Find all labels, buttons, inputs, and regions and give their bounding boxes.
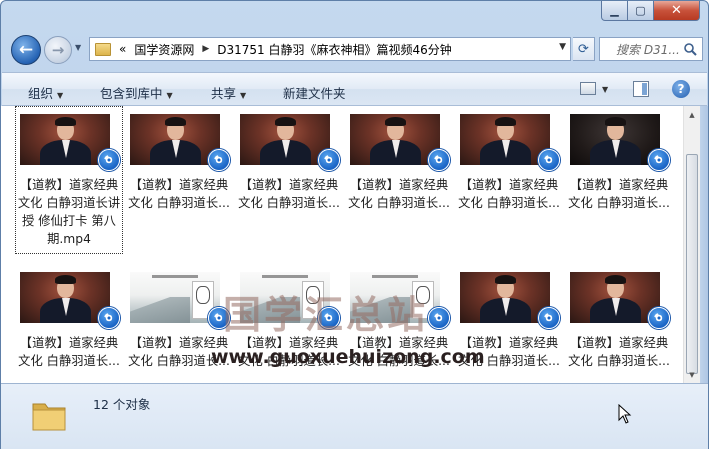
change-view-icon[interactable]: [580, 82, 596, 95]
media-player-icon: [208, 149, 230, 171]
chevron-right-icon[interactable]: ▶: [202, 44, 209, 54]
folder-icon: [95, 42, 111, 56]
file-name: 【道教】道家经典文化 白静羽道长...: [348, 178, 450, 210]
scroll-down-icon[interactable]: ▼: [684, 366, 700, 383]
video-thumbnail: [570, 272, 660, 323]
refresh-button[interactable]: ⟳: [573, 37, 595, 61]
video-thumbnail: [460, 114, 550, 165]
arrow-left-icon: ←: [18, 40, 34, 60]
file-name: 【道教】道家经典文化 白静羽道长...: [458, 178, 560, 210]
caption-buttons: ▁ ▢ ✕: [601, 1, 700, 21]
search-icon[interactable]: [683, 42, 697, 56]
media-player-icon: [98, 149, 120, 171]
file-name: 【道教】道家经典文化 白静羽道长...: [568, 336, 670, 368]
item-count: 12 个对象: [93, 397, 151, 412]
share-label: 共享: [211, 86, 237, 101]
maximize-button[interactable]: ▢: [628, 1, 654, 21]
media-player-icon: [648, 149, 670, 171]
new-folder-label: 新建文件夹: [283, 86, 346, 101]
video-thumbnail: [240, 114, 330, 165]
mouse-cursor-icon: [618, 404, 632, 424]
address-dropdown-icon[interactable]: ▼: [559, 42, 566, 52]
media-player-icon: [428, 307, 450, 329]
include-in-library-label: 包含到库中: [100, 86, 163, 101]
scroll-thumb[interactable]: [686, 154, 698, 374]
minimize-button[interactable]: ▁: [601, 1, 628, 21]
file-list[interactable]: 【道教】道家经典文化 白静羽道长... 【道教】道家经典文化 白静羽道长... 【道…: [1, 106, 683, 383]
video-thumbnail: [570, 114, 660, 165]
chevron-down-icon: ▼: [57, 91, 64, 100]
window-border: [700, 106, 708, 383]
preview-pane-icon[interactable]: [633, 81, 649, 97]
folder-icon: [32, 403, 66, 431]
file-name: 【道教】道家经典文化 白静羽道长讲授 修仙打卡 第八期.mp4: [17, 178, 121, 246]
media-player-icon: [98, 307, 120, 329]
include-in-library-menu[interactable]: 包含到库中 ▼: [100, 83, 173, 102]
media-player-icon: [538, 149, 560, 171]
file-name: 【道教】道家经典文化 白静羽道长...: [568, 178, 670, 210]
search-placeholder: 搜索 D31...: [616, 42, 680, 57]
file-name: 【道教】道家经典文化 白静羽道长...: [238, 178, 340, 210]
close-button[interactable]: ✕: [654, 1, 700, 21]
command-bar: 组织 ▼ 包含到库中 ▼ 共享 ▼ 新建文件夹 ▼ ?: [2, 72, 707, 106]
forward-button[interactable]: →: [44, 36, 72, 64]
video-thumbnail: [130, 272, 220, 323]
video-thumbnail: [130, 114, 220, 165]
address-bar[interactable]: « 国学资源网 ▶ D31751 白静羽《麻衣神相》篇视频46分钟 ▼: [89, 37, 571, 61]
view-dropdown-icon[interactable]: ▼: [602, 85, 608, 94]
help-icon[interactable]: ?: [672, 80, 690, 98]
file-name: 【道教】道家经典文化 白静羽道长...: [128, 178, 230, 210]
breadcrumb-item[interactable]: 国学资源网: [134, 41, 194, 58]
watermark-title: 国学汇总站: [223, 292, 429, 337]
media-player-icon: [318, 149, 340, 171]
media-player-icon: [538, 307, 560, 329]
chevron-down-icon: ▼: [166, 91, 173, 100]
navigation-bar: ← → ▼ « 国学资源网 ▶ D31751 白静羽《麻衣神相》篇视频46分钟 …: [9, 33, 703, 67]
media-player-icon: [428, 149, 450, 171]
back-button[interactable]: ←: [11, 35, 41, 65]
file-name: 【道教】道家经典文化 白静羽道长...: [18, 336, 120, 368]
arrow-right-icon: →: [51, 41, 65, 59]
vertical-scrollbar[interactable]: ▲ ▼: [683, 106, 700, 383]
recent-pages-dropdown[interactable]: ▼: [75, 43, 87, 57]
search-box[interactable]: 搜索 D31...: [599, 37, 703, 61]
video-thumbnail: [460, 272, 550, 323]
organize-menu[interactable]: 组织 ▼: [28, 83, 63, 102]
watermark-url: www.guoxuehuizong.com: [211, 346, 485, 368]
organize-label: 组织: [28, 86, 54, 101]
video-thumbnail: [350, 114, 440, 165]
video-thumbnail: [20, 272, 110, 323]
scroll-up-icon[interactable]: ▲: [684, 106, 700, 123]
details-pane: 12 个对象: [1, 383, 708, 449]
refresh-icon: ⟳: [578, 41, 589, 57]
share-menu[interactable]: 共享 ▼: [211, 83, 246, 102]
video-thumbnail: [20, 114, 110, 165]
file-item[interactable]: 【道教】道家经典文化 白静羽道长讲授 修仙打卡 第八期.mp4: [15, 106, 123, 254]
new-folder-button[interactable]: 新建文件夹: [283, 83, 346, 102]
chevron-down-icon: ▼: [240, 91, 247, 100]
breadcrumb-current[interactable]: D31751 白静羽《麻衣神相》篇视频46分钟: [217, 41, 452, 58]
breadcrumb-overflow[interactable]: «: [119, 42, 126, 56]
media-player-icon: [648, 307, 670, 329]
